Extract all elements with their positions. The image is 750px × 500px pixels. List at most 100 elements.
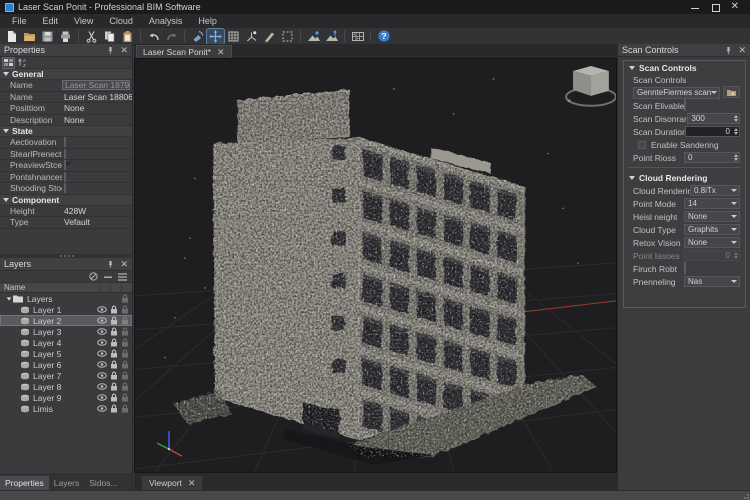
lock-dim-icon[interactable]	[121, 349, 129, 358]
layer-row[interactable]: Layer 8	[0, 381, 132, 392]
layer-row[interactable]: Layer 1	[0, 304, 132, 315]
eye-icon[interactable]	[97, 405, 107, 412]
pin-icon[interactable]	[107, 46, 114, 55]
lock-icon[interactable]	[110, 327, 118, 336]
section-state[interactable]: State	[0, 126, 132, 137]
browse-scan-button[interactable]	[723, 86, 740, 98]
lock-icon[interactable]	[110, 393, 118, 402]
lock-icon[interactable]	[110, 305, 118, 314]
print-icon[interactable]	[57, 29, 74, 44]
layer-row[interactable]: Layer 9	[0, 392, 132, 403]
measure-tool-icon[interactable]	[261, 29, 278, 44]
section-component[interactable]: Component	[0, 194, 132, 206]
layer-row-selected[interactable]: Layer 2	[0, 315, 132, 326]
cloud-type-dropdown[interactable]: Graphits	[684, 224, 740, 235]
lock-icon[interactable]	[121, 294, 129, 303]
menu-help[interactable]: Help	[190, 16, 225, 26]
layer-row[interactable]: Layer 5	[0, 348, 132, 359]
close-icon[interactable]: ✕	[738, 45, 746, 55]
cloud-rendering-dropdown[interactable]: 0.8iTx	[689, 185, 740, 196]
axis-tool-icon[interactable]	[243, 29, 260, 44]
lock-icon[interactable]	[110, 316, 118, 325]
close-icon[interactable]: ✕	[731, 2, 739, 12]
point-mode-dropdown[interactable]: 14	[684, 198, 740, 209]
layer-row[interactable]: Layer 6	[0, 359, 132, 370]
scan-preset-dropdown[interactable]: GennteFiermes scan	[633, 86, 720, 99]
lock-icon[interactable]	[110, 349, 118, 358]
lock-dim-icon[interactable]	[121, 393, 129, 402]
stearlprenection-checkbox[interactable]	[64, 148, 66, 159]
close-tab-icon[interactable]: ✕	[217, 47, 225, 57]
name-value[interactable]: Laser Scan 188064838....	[62, 92, 132, 102]
lock-icon[interactable]	[110, 338, 118, 347]
layers-menu-icon[interactable]	[118, 272, 127, 281]
new-file-icon[interactable]	[3, 29, 20, 44]
spinner-buttons[interactable]	[732, 127, 739, 136]
help-icon[interactable]: ?	[375, 29, 392, 44]
undo-icon[interactable]	[145, 29, 162, 44]
remove-layer-icon[interactable]	[104, 273, 112, 281]
viewport-canvas[interactable]	[0, 58, 750, 473]
scan-tool-icon[interactable]	[189, 29, 206, 44]
close-icon[interactable]: ✕	[120, 259, 128, 269]
lock-icon[interactable]	[110, 404, 118, 413]
retox-vision-dropdown[interactable]: None	[684, 237, 740, 248]
lock-dim-icon[interactable]	[121, 305, 129, 314]
terrain-point-tool-icon[interactable]	[305, 29, 322, 44]
layers-name-column[interactable]: Name	[0, 283, 99, 292]
redo-icon[interactable]	[163, 29, 180, 44]
move-tool-icon[interactable]	[206, 27, 225, 45]
lock-dim-icon[interactable]	[121, 382, 129, 391]
layer-row[interactable]: Layer 7	[0, 370, 132, 381]
lock-dim-icon[interactable]	[121, 404, 129, 413]
menu-file[interactable]: File	[4, 16, 35, 26]
menu-analysis[interactable]: Analysis	[141, 16, 191, 26]
preaviewstcenpass-checkbox[interactable]	[64, 160, 66, 171]
eye-icon[interactable]	[97, 317, 107, 324]
tab-layers[interactable]: Layers	[49, 476, 85, 490]
viewport-tab[interactable]: Viewport ✕	[142, 476, 203, 490]
lock-dim-icon[interactable]	[121, 371, 129, 380]
filter-layers-icon[interactable]	[89, 272, 98, 281]
copy-icon[interactable]	[101, 29, 118, 44]
cloud-rendering-section[interactable]: Cloud Rendering	[624, 171, 745, 184]
firuch-robt-checkbox[interactable]	[684, 262, 686, 274]
marquee-select-tool-icon[interactable]	[279, 29, 296, 44]
eye-icon[interactable]	[97, 394, 107, 401]
lock-dim-icon[interactable]	[121, 316, 129, 325]
grid-tool-icon[interactable]	[225, 29, 242, 44]
lock-dim-icon[interactable]	[121, 338, 129, 347]
viewport-document-tab[interactable]: Laser Scan Ponit* ✕	[136, 45, 232, 58]
lock-dim-icon[interactable]	[121, 327, 129, 336]
scan-controls-section[interactable]: Scan Controls	[624, 61, 745, 74]
enable-sandering-checkbox[interactable]	[638, 140, 646, 149]
open-folder-icon[interactable]	[21, 29, 38, 44]
close-icon[interactable]: ✕	[120, 45, 128, 55]
save-icon[interactable]	[39, 29, 56, 44]
eye-icon[interactable]	[97, 383, 107, 390]
close-tab-icon[interactable]: ✕	[188, 478, 196, 488]
pin-icon[interactable]	[107, 260, 114, 269]
lock-icon[interactable]	[110, 371, 118, 380]
coordinates-table-tool-icon[interactable]	[349, 29, 366, 44]
posittiom-value[interactable]: None	[62, 103, 132, 113]
view-cube-gizmo[interactable]	[565, 65, 617, 107]
pontshnancess-checkbox[interactable]	[64, 171, 66, 182]
cut-icon[interactable]	[83, 29, 100, 44]
layer-row[interactable]: Layer 4	[0, 337, 132, 348]
categorize-view-icon[interactable]	[2, 56, 15, 69]
resize-grip-icon[interactable]	[741, 491, 749, 499]
layer-row[interactable]: Limis	[0, 403, 132, 414]
type-value[interactable]: Vefault	[62, 217, 132, 227]
heisl-neight-dropdown[interactable]: None	[684, 211, 740, 222]
name-input[interactable]: Laser Scan 18796-4.0.06	[62, 80, 130, 91]
pnenneling-dropdown[interactable]: Nas	[684, 276, 740, 287]
menu-edit[interactable]: Edit	[35, 16, 67, 26]
paste-icon[interactable]	[119, 29, 136, 44]
spinner-buttons[interactable]	[732, 114, 739, 123]
minimize-icon[interactable]	[690, 3, 699, 11]
lock-dim-icon[interactable]	[121, 360, 129, 369]
description-value[interactable]: None	[62, 115, 132, 125]
tab-properties[interactable]: Properties	[0, 476, 49, 490]
eye-icon[interactable]	[97, 350, 107, 357]
